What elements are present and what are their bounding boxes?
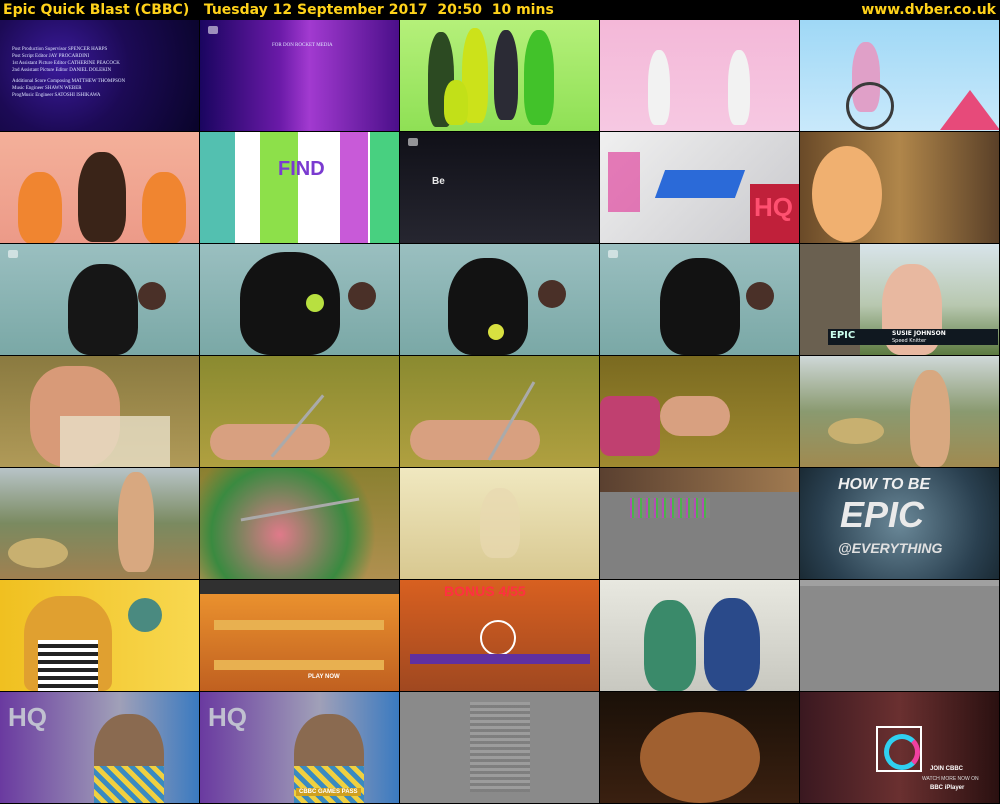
credit-line: Additional Score Composing MATTHEW THOMP… bbox=[12, 79, 126, 84]
thumbnail-25[interactable]: HOW TO BE EPIC @EVERYTHING bbox=[800, 468, 999, 579]
endcard-line-2: WATCH MORE NOW ON bbox=[922, 776, 979, 782]
programme-title: Epic Quick Blast (CBBC) Tuesday 12 Septe… bbox=[3, 2, 554, 18]
credit-line: Music Engineer SHAWN WEBER bbox=[12, 86, 82, 91]
headline-line-2: EPIC bbox=[840, 494, 925, 535]
sign-text: Be bbox=[432, 176, 445, 187]
thumbnail-14[interactable] bbox=[600, 244, 799, 355]
credit-line: FOR DON ROCKET MEDIA bbox=[272, 43, 333, 48]
site-url[interactable]: www.dvber.co.uk bbox=[861, 0, 996, 20]
thumbnail-20[interactable] bbox=[800, 356, 999, 467]
thumbnail-27[interactable]: PLAY NOW bbox=[200, 580, 399, 691]
thumbnail-grid: Post Production Supervisor SPENCER HARPS… bbox=[0, 20, 1000, 804]
endcard-line-3: BBC iPlayer bbox=[930, 785, 965, 791]
lower-third-brand: EPIC bbox=[830, 330, 856, 341]
thumbnail-35[interactable]: JOIN CBBC WATCH MORE NOW ON BBC iPlayer bbox=[800, 692, 999, 803]
thumbnail-21[interactable] bbox=[0, 468, 199, 579]
thumbnail-32[interactable]: HQ CBBC GAMES PASS bbox=[200, 692, 399, 803]
thumbnail-8[interactable]: Be bbox=[400, 132, 599, 243]
thumbnail-33[interactable] bbox=[400, 692, 599, 803]
thumbnail-18[interactable] bbox=[400, 356, 599, 467]
sign-text: HQ bbox=[208, 702, 247, 732]
thumbnail-6[interactable] bbox=[0, 132, 199, 243]
thumbnail-17[interactable] bbox=[200, 356, 399, 467]
credit-line: 2nd Assistant Picture Editor DANIEL DOLE… bbox=[12, 68, 112, 73]
thumbnail-34[interactable] bbox=[600, 692, 799, 803]
thumbnail-26[interactable] bbox=[0, 580, 199, 691]
endcard-line-1: JOIN CBBC bbox=[930, 766, 964, 772]
sign-text: FIND bbox=[278, 158, 325, 180]
thumbnail-28[interactable]: BONUS 4/55 bbox=[400, 580, 599, 691]
headline-line-3: @EVERYTHING bbox=[838, 540, 943, 556]
thumbnail-12[interactable] bbox=[200, 244, 399, 355]
thumbnail-23[interactable] bbox=[400, 468, 599, 579]
thumbnail-9[interactable]: HQ bbox=[600, 132, 799, 243]
thumbnail-31[interactable]: HQ bbox=[0, 692, 199, 803]
thumbnail-1[interactable]: Post Production Supervisor SPENCER HARPS… bbox=[0, 20, 199, 131]
lower-third-name: SUSIE JOHNSON bbox=[892, 330, 946, 337]
caption-text: CBBC GAMES PASS bbox=[296, 788, 361, 796]
header-bar: Epic Quick Blast (CBBC) Tuesday 12 Septe… bbox=[0, 0, 1000, 20]
credit-line: ProgMusic Engineer SATOSHI ISHIKAWA bbox=[12, 93, 101, 98]
thumbnail-5[interactable] bbox=[800, 20, 999, 131]
sign-text: HQ bbox=[8, 702, 47, 732]
sign-text: HQ bbox=[754, 192, 793, 222]
credit-line: 1st Assistant Picture Editor CATHERINE P… bbox=[12, 61, 120, 66]
thumbnail-22[interactable] bbox=[200, 468, 399, 579]
headline-line-1: HOW TO BE bbox=[838, 476, 931, 493]
thumbnail-24[interactable] bbox=[600, 468, 799, 579]
lower-third: EPIC SUSIE JOHNSON Speed Knitter bbox=[828, 329, 998, 345]
game-hud-label: BONUS 4/55 bbox=[444, 583, 526, 599]
thumbnail-30[interactable] bbox=[800, 580, 999, 691]
thumbnail-29[interactable] bbox=[600, 580, 799, 691]
game-hud-label: PLAY NOW bbox=[308, 674, 340, 680]
thumbnail-7[interactable]: FIND bbox=[200, 132, 399, 243]
thumbnail-4[interactable] bbox=[600, 20, 799, 131]
thumbnail-19[interactable] bbox=[600, 356, 799, 467]
thumbnail-11[interactable] bbox=[0, 244, 199, 355]
thumbnail-3[interactable] bbox=[400, 20, 599, 131]
thumbnail-10[interactable] bbox=[800, 132, 999, 243]
thumbnail-2[interactable]: FOR DON ROCKET MEDIA bbox=[200, 20, 399, 131]
thumbnail-13[interactable] bbox=[400, 244, 599, 355]
thumbnail-15[interactable]: EPIC SUSIE JOHNSON Speed Knitter bbox=[800, 244, 999, 355]
thumbnail-16[interactable] bbox=[0, 356, 199, 467]
lower-third-role: Speed Knitter bbox=[892, 338, 927, 344]
credit-line: Post Production Supervisor SPENCER HARPS bbox=[12, 47, 108, 52]
credit-line: Post Script Editor JAY PROCARDINI bbox=[12, 54, 90, 59]
